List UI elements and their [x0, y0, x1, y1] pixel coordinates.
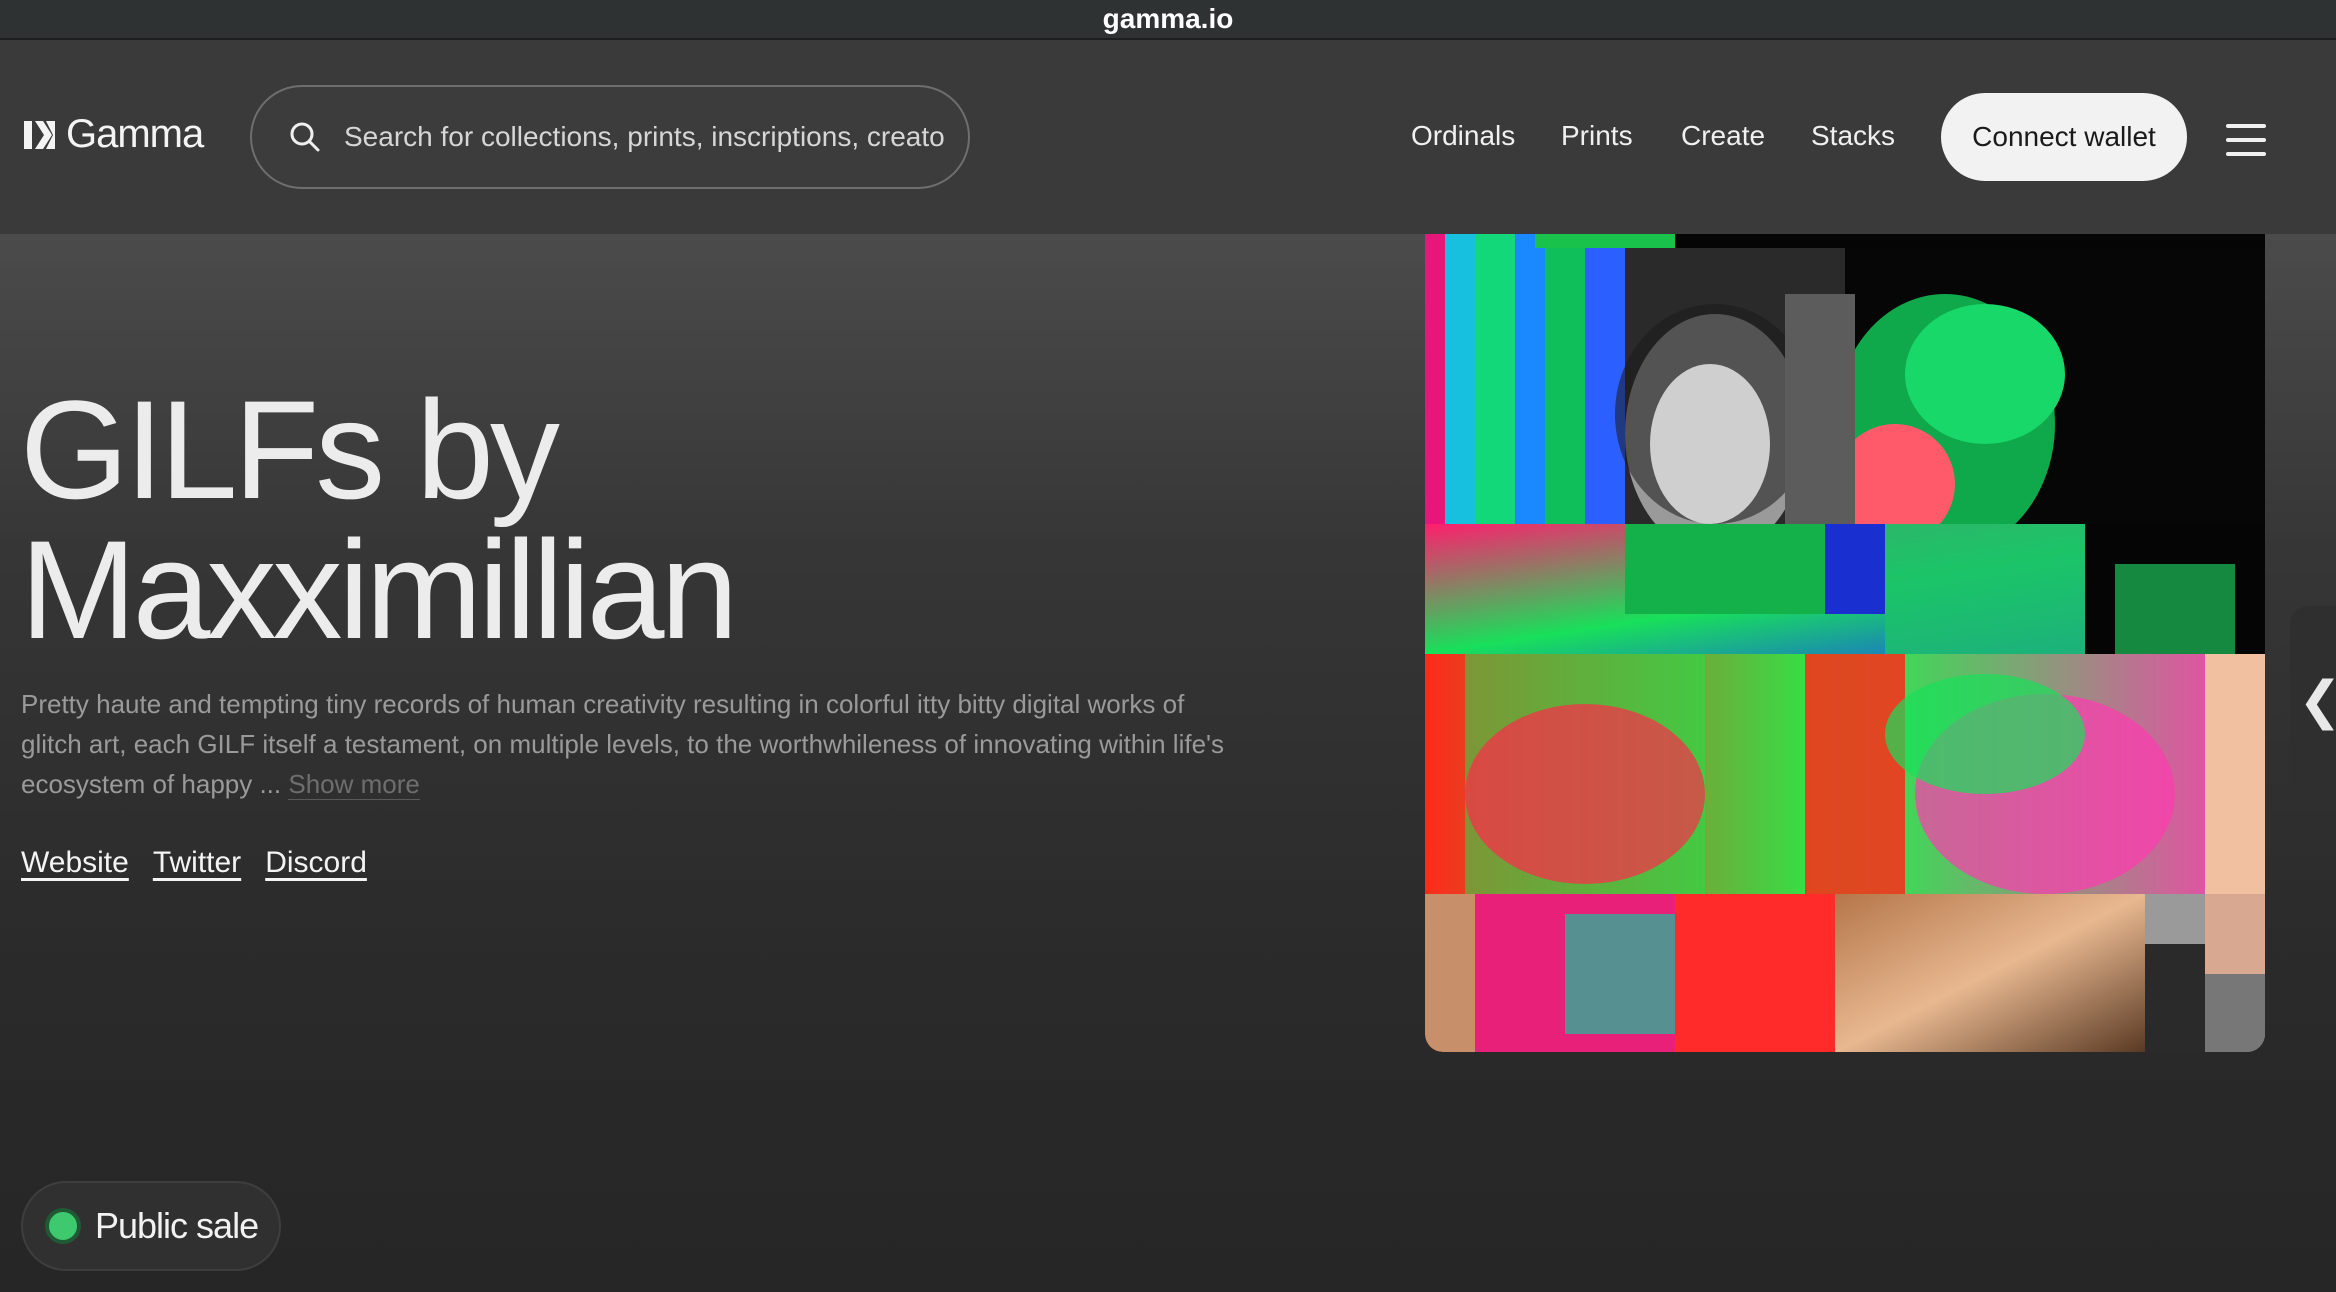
glitch-art-image	[1425, 234, 2265, 1052]
gamma-logo[interactable]: Gamma	[22, 112, 204, 157]
browser-url-bar[interactable]: gamma.io	[0, 0, 2336, 40]
search-icon	[290, 122, 320, 152]
twitter-link[interactable]: Twitter	[153, 846, 241, 880]
discord-link[interactable]: Discord	[265, 846, 367, 880]
description-text: Pretty haute and tempting tiny records o…	[21, 689, 1224, 799]
nav-link-ordinals[interactable]: Ordinals	[1411, 120, 1515, 152]
hamburger-menu-icon[interactable]	[2226, 124, 2266, 156]
nav-link-create[interactable]: Create	[1681, 120, 1765, 152]
search-bar[interactable]	[250, 85, 970, 189]
collection-artwork[interactable]	[1425, 234, 2265, 1052]
menu-line	[2226, 152, 2266, 156]
title-line-2: Maxximillian	[20, 511, 738, 668]
status-label: Public sale	[95, 1205, 259, 1246]
status-badge: Public sale	[21, 1181, 281, 1271]
show-more-link[interactable]: Show more	[288, 769, 420, 800]
collection-title: GILFs by Maxximillian	[20, 380, 920, 660]
title-line-1: GILFs by	[20, 371, 560, 528]
status-dot-icon	[45, 1208, 81, 1244]
nav-link-prints[interactable]: Prints	[1561, 120, 1633, 152]
social-links: Website Twitter Discord	[21, 846, 367, 880]
sidebar-toggle[interactable]: ❮	[2290, 606, 2336, 796]
connect-wallet-button[interactable]: Connect wallet	[1941, 93, 2187, 181]
gamma-logo-icon	[24, 120, 55, 149]
chevron-left-icon: ❮	[2298, 671, 2336, 731]
menu-line	[2226, 138, 2266, 142]
menu-line	[2226, 124, 2266, 128]
url-text: gamma.io	[1102, 3, 1234, 34]
top-navigation: Gamma Ordinals Prints Create Stacks Conn…	[0, 40, 2336, 234]
logo-text: Gamma	[66, 112, 204, 156]
nav-link-stacks[interactable]: Stacks	[1811, 120, 1895, 152]
search-input[interactable]	[344, 121, 944, 153]
website-link[interactable]: Website	[21, 846, 129, 880]
collection-description: Pretty haute and tempting tiny records o…	[21, 684, 1241, 804]
